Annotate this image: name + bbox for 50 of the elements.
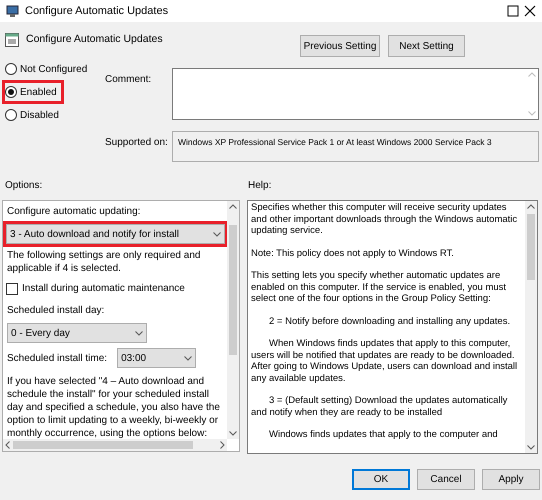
window-title: Configure Automatic Updates	[25, 4, 170, 19]
scroll-left-icon[interactable]	[5, 441, 10, 449]
chevron-icon	[135, 330, 143, 336]
maximize-icon[interactable]	[507, 5, 519, 17]
scroll-down-icon[interactable]	[527, 445, 535, 450]
checkbox-option[interactable]: Install during automatic maintenance	[6, 281, 227, 296]
dialog-button[interactable]: OK	[352, 469, 410, 490]
scrollbar-thumb[interactable]	[527, 214, 535, 280]
help-text: When Windows finds updates that apply to this computer, users will be notified that updates are ready to be downloaded. After going to Windows Update, users can download and install any available updates.	[251, 338, 518, 384]
help-text: This setting lets you specify whether automatic updates are enabled on this computer. If the service is enabled, you must select one of the four options in the Group Policy Setting:	[251, 270, 508, 304]
setting-button[interactable]: Previous Setting	[300, 35, 380, 57]
help-text: 2 = Notify before downloading and installing any updates.	[268, 316, 512, 327]
setting-button[interactable]: Next Setting	[388, 35, 465, 57]
help-text: 3 = (Default setting) Download the updates automatically and notify when they are ready to be installed	[251, 395, 508, 418]
option-text: Scheduled install day:	[7, 304, 106, 317]
help-text: Windows finds updates that apply to the computer and	[268, 429, 499, 440]
field-label: Supported on:	[105, 136, 169, 150]
scroll-up-icon[interactable]	[527, 204, 535, 209]
scroll-right-icon[interactable]	[220, 441, 225, 449]
help-text: Note: This policy does not apply to Windows RT.	[251, 248, 455, 259]
dialog-button[interactable]: Cancel	[417, 469, 475, 490]
dialog-button[interactable]: Apply	[482, 469, 540, 490]
help-text: Specifies whether this computer will receive security updates and other important downloads through the Windows automatic updating service.	[251, 202, 518, 236]
vertical-scrollbar[interactable]	[227, 201, 239, 439]
chevron-icon	[184, 356, 192, 360]
section-label: Help:	[247, 179, 272, 193]
radio-option[interactable]: Not Configured	[5, 60, 92, 78]
chevron-icon	[213, 232, 221, 236]
radio-option[interactable]: Disabled	[5, 106, 63, 124]
vertical-scrollbar[interactable]	[525, 201, 537, 453]
policy-icon	[5, 33, 19, 47]
dropdown[interactable]: 03:00	[117, 348, 196, 368]
option-text: Scheduled install time:	[7, 352, 108, 366]
setting-title: Configure Automatic Updates	[26, 32, 163, 48]
horizontal-scrollbar[interactable]	[3, 439, 227, 451]
option-text: Configure automatic updating:	[7, 205, 142, 218]
field-label: Comment:	[105, 73, 152, 87]
radio-option[interactable]: Enabled	[5, 83, 61, 101]
section-label: Options:	[4, 179, 44, 193]
supported-on-text: Windows XP Professional Service Pack 1 or At least Windows 2000 Service Pack 3	[172, 131, 539, 162]
dropdown[interactable]: 0 - Every day	[7, 323, 147, 343]
option-text: If you have selected "4 – Auto download and schedule the install" for your scheduled install day and specified a schedule, you also have the option to limit updating to a weekly, bi-weekly or monthly occurrence, using the options below:	[7, 375, 221, 439]
computer-icon	[6, 4, 20, 18]
scroll-down-icon[interactable]	[229, 431, 237, 436]
scrollbar-thumb[interactable]	[229, 225, 237, 355]
scroll-up-icon[interactable]	[229, 204, 237, 209]
close-icon[interactable]	[524, 5, 536, 17]
option-text: The following settings are only required and applicable if 4 is selected.	[7, 249, 202, 275]
scrollbar-thumb[interactable]	[13, 441, 193, 449]
dropdown[interactable]: 3 - Auto download and notify for install	[6, 224, 225, 244]
